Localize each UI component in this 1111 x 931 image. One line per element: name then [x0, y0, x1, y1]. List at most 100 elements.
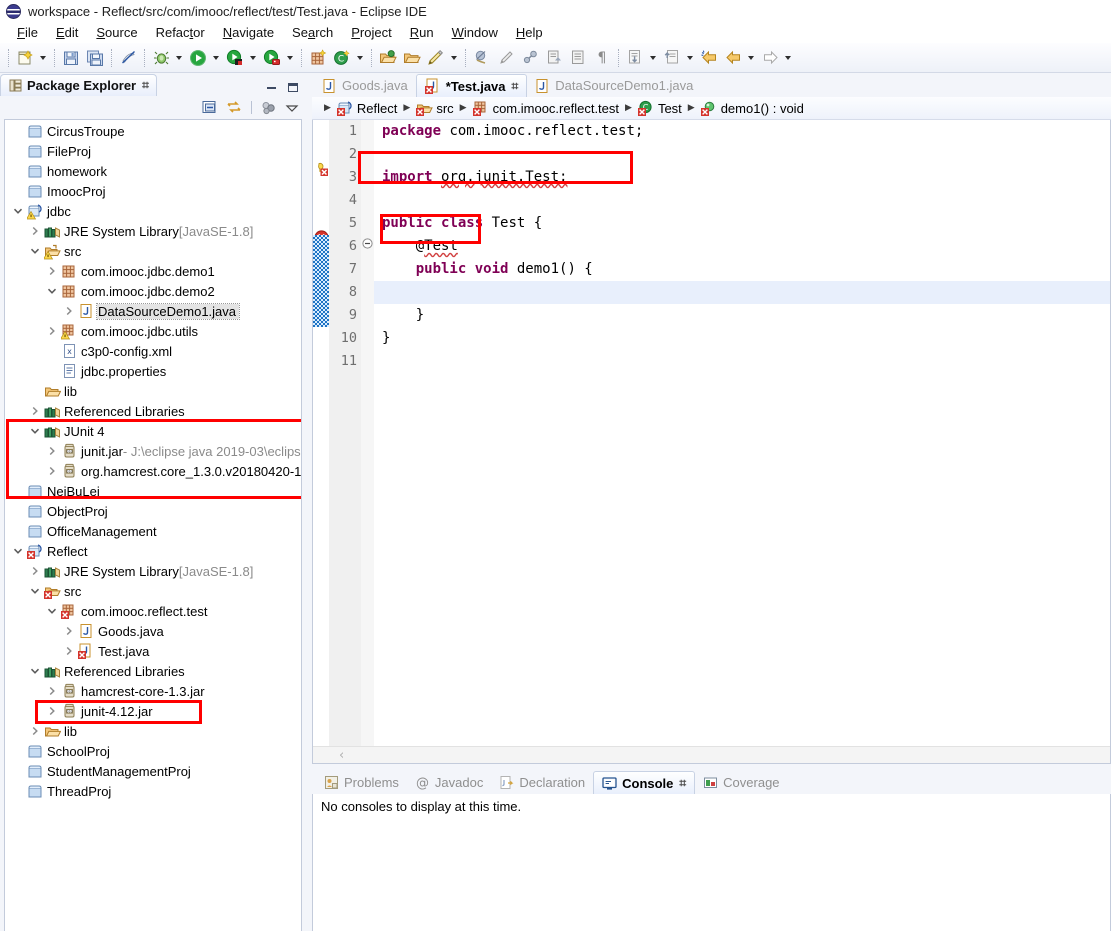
link-icon[interactable]	[519, 47, 541, 69]
tree-row-com-imooc-jdbc-utils[interactable]: com.imooc.jdbc.utils	[5, 321, 301, 341]
chevron-right-icon[interactable]	[43, 446, 60, 456]
tab-package-explorer[interactable]: Package Explorer ⌗	[0, 74, 157, 96]
tree-row-jdbc[interactable]: jdbc	[5, 201, 301, 221]
chevron-down-icon[interactable]	[26, 586, 43, 596]
last-edit-location-icon[interactable]	[624, 47, 646, 69]
quickfix-warning-icon[interactable]	[314, 161, 329, 176]
backward-history-dropdown[interactable]	[745, 47, 756, 69]
tree-row-datasourcedemo1-java[interactable]: DataSourceDemo1.java	[5, 301, 301, 321]
forward-history-icon[interactable]	[759, 47, 781, 69]
console-view[interactable]: No consoles to display at this time.	[312, 794, 1111, 931]
breadcrumb[interactable]: ▶ Reflect ▶ src ▶ com.imooc.reflect.test ▶ C Tes…	[312, 97, 1111, 120]
tree-row-com-imooc-reflect-test[interactable]: com.imooc.reflect.test	[5, 601, 301, 621]
new-wizard-icon[interactable]	[14, 47, 36, 69]
tree-row-com-imooc-jdbc-demo2[interactable]: com.imooc.jdbc.demo2	[5, 281, 301, 301]
tree-row-jdbc-properties[interactable]: jdbc.properties	[5, 361, 301, 381]
tree-row-reflect[interactable]: Reflect	[5, 541, 301, 561]
chevron-down-icon[interactable]	[43, 286, 60, 296]
tree-row-studentmanagementproj[interactable]: StudentManagementProj	[5, 761, 301, 781]
bottom-tab-declaration[interactable]: Declaration	[491, 771, 593, 794]
tree-row-jre-system-library[interactable]: JRE System Library [JavaSE-1.8]	[5, 561, 301, 581]
chevron-down-icon[interactable]	[43, 606, 60, 616]
coverage-icon[interactable]	[224, 47, 246, 69]
back-to-dropdown[interactable]	[684, 47, 695, 69]
editor-horizontal-scrollbar[interactable]: ‹	[313, 746, 1110, 763]
tree-row-hamcrest-core-1-3-jar[interactable]: 010 hamcrest-core-1.3.jar	[5, 681, 301, 701]
chevron-right-icon[interactable]	[43, 706, 60, 716]
tree-row-goods-java[interactable]: Goods.java	[5, 621, 301, 641]
debug-icon[interactable]	[150, 47, 172, 69]
tree-row-junit-jar[interactable]: 010 junit.jar - J:\eclipse java 2019-03\e…	[5, 441, 301, 461]
chevron-right-icon[interactable]	[60, 626, 77, 636]
search-dropdown[interactable]	[448, 47, 459, 69]
breadcrumb-item-test[interactable]: C Test	[637, 100, 682, 117]
menu-file[interactable]: File	[8, 24, 47, 41]
tree-row-jre-system-library[interactable]: JRE System Library [JavaSE-1.8]	[5, 221, 301, 241]
chevron-right-icon[interactable]	[60, 646, 77, 656]
menu-window[interactable]: Window	[443, 24, 507, 41]
back-to-icon[interactable]	[661, 47, 683, 69]
tree-row-org-hamcrest-core-1-3-0-v20180420-151[interactable]: 010 org.hamcrest.core_1.3.0.v20180420-151	[5, 461, 301, 481]
folding-column[interactable]	[361, 120, 374, 746]
tree-row-referenced-libraries[interactable]: Referenced Libraries	[5, 401, 301, 421]
pilcrow-icon[interactable]: ¶	[591, 47, 613, 69]
link-with-editor-icon[interactable]	[226, 100, 242, 115]
bottom-tab-javadoc[interactable]: @ Javadoc	[407, 771, 491, 794]
coverage-dropdown[interactable]	[247, 47, 258, 69]
breadcrumb-item-src[interactable]: src	[416, 100, 454, 117]
run-external-tools-icon[interactable]	[261, 47, 283, 69]
backward-history-icon[interactable]	[722, 47, 744, 69]
tree-row-schoolproj[interactable]: SchoolProj	[5, 741, 301, 761]
breadcrumb-item-demo1-void[interactable]: demo1() : void	[700, 100, 804, 117]
close-icon[interactable]: ⌗	[679, 776, 686, 791]
chevron-right-icon[interactable]	[43, 266, 60, 276]
tree-row-lib[interactable]: lib	[5, 721, 301, 741]
tree-row-test-java[interactable]: Test.java	[5, 641, 301, 661]
tree-row-referenced-libraries[interactable]: Referenced Libraries	[5, 661, 301, 681]
tree-row-imoocproj[interactable]: ImoocProj	[5, 181, 301, 201]
new-java-class-icon[interactable]: C	[331, 47, 353, 69]
next-annotation-icon[interactable]	[543, 47, 565, 69]
chevron-right-icon[interactable]	[26, 406, 43, 416]
minimize-icon[interactable]	[267, 86, 276, 89]
view-menu-icon[interactable]	[285, 103, 299, 113]
menu-run[interactable]: Run	[401, 24, 443, 41]
tree-row-neibulei[interactable]: NeiBuLei	[5, 481, 301, 501]
chevron-down-icon[interactable]	[26, 666, 43, 676]
tree-row-junit-4-12-jar[interactable]: 010 junit-4.12.jar	[5, 701, 301, 721]
chevron-right-icon[interactable]	[26, 226, 43, 236]
run-icon[interactable]	[187, 47, 209, 69]
chevron-down-icon[interactable]	[26, 426, 43, 436]
debug-dropdown[interactable]	[173, 47, 184, 69]
tree-row-officemanagement[interactable]: OfficeManagement	[5, 521, 301, 541]
tree-row-c3p0-config-xml[interactable]: x c3p0-config.xml	[5, 341, 301, 361]
chevron-right-icon[interactable]	[43, 466, 60, 476]
tree-row-src[interactable]: src	[5, 241, 301, 261]
chevron-right-icon[interactable]	[43, 326, 60, 336]
editor-tab-datasourcedemo1-java[interactable]: DataSourceDemo1.java	[527, 74, 701, 97]
forward-history-dropdown[interactable]	[782, 47, 793, 69]
run-dropdown[interactable]	[210, 47, 221, 69]
maximize-icon[interactable]	[288, 83, 298, 92]
editor-tab--test-java[interactable]: *Test.java ⌗	[415, 74, 528, 97]
tree-row-objectproj[interactable]: ObjectProj	[5, 501, 301, 521]
open-task-icon[interactable]	[401, 47, 423, 69]
previous-annotation-icon[interactable]	[567, 47, 589, 69]
tree-row-circustroupe[interactable]: CircusTroupe	[5, 121, 301, 141]
chevron-down-icon[interactable]	[9, 206, 26, 216]
menu-edit[interactable]: Edit	[47, 24, 87, 41]
last-edit-location-dropdown[interactable]	[647, 47, 658, 69]
tree-row-src[interactable]: src	[5, 581, 301, 601]
chevron-down-icon[interactable]	[26, 246, 43, 256]
menu-source[interactable]: Source	[87, 24, 146, 41]
code-text[interactable]: package com.imooc.reflect.test; import o…	[374, 120, 1110, 746]
tree-row-com-imooc-jdbc-demo1[interactable]: com.imooc.jdbc.demo1	[5, 261, 301, 281]
pencil-icon[interactable]	[495, 47, 517, 69]
chevron-right-icon[interactable]	[43, 686, 60, 696]
tree-row-lib[interactable]: lib	[5, 381, 301, 401]
menu-navigate[interactable]: Navigate	[214, 24, 283, 41]
chevron-right-icon[interactable]	[26, 726, 43, 736]
chevron-down-icon[interactable]	[9, 546, 26, 556]
bottom-tab-problems[interactable]: Problems	[316, 771, 407, 794]
bottom-tab-coverage[interactable]: Coverage	[695, 771, 787, 794]
